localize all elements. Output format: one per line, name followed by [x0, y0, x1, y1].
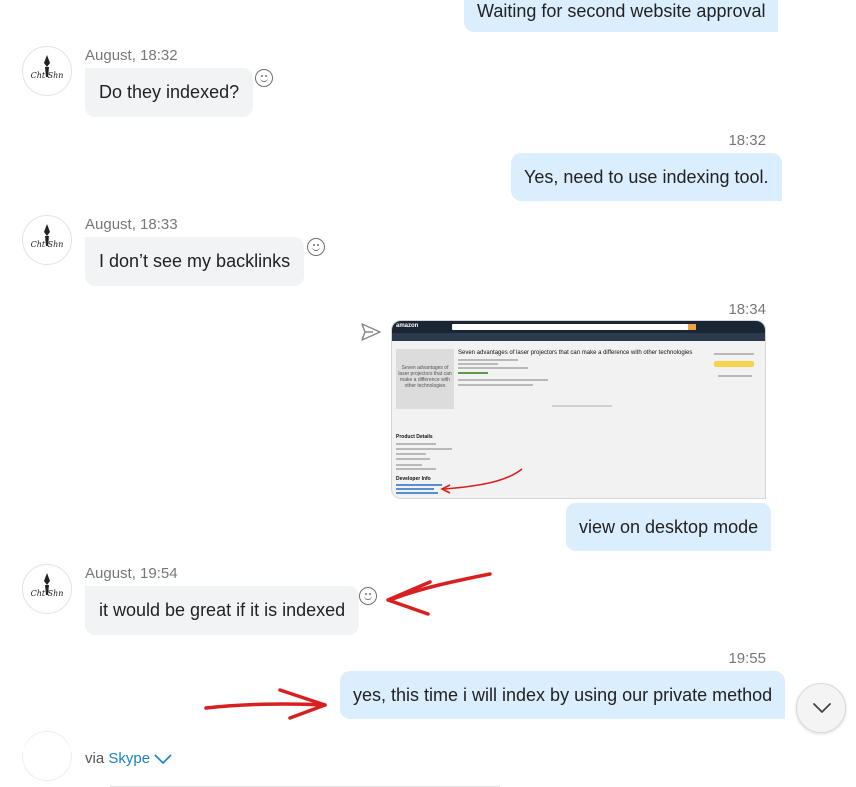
- message-bubble-incoming[interactable]: Do they indexed?: [85, 68, 254, 117]
- svg-text:Cht Shn: Cht Shn: [31, 240, 64, 249]
- avatar[interactable]: Cht Shn: [22, 564, 72, 614]
- message-bubble-outgoing[interactable]: view on desktop mode: [566, 503, 772, 551]
- message-meta: August, 18:32: [85, 47, 178, 64]
- avatar[interactable]: Cht Shn: [22, 46, 72, 96]
- smiley-icon[interactable]: [359, 587, 377, 605]
- send-icon[interactable]: [361, 323, 381, 341]
- smiley-icon[interactable]: [255, 69, 273, 87]
- message-bubble-outgoing[interactable]: Yes, need to use indexing tool.: [511, 153, 782, 201]
- message-bubble-outgoing[interactable]: Waiting for second website approval: [464, 0, 779, 32]
- avatar[interactable]: Cht Shn: [22, 215, 72, 265]
- skype-link[interactable]: Skype: [108, 750, 150, 767]
- message-bubble-incoming[interactable]: it would be great if it is indexed: [85, 586, 360, 635]
- shared-image[interactable]: amazon Seven advantages of laser project…: [391, 320, 766, 499]
- red-arrow-annotation: [386, 572, 492, 616]
- via-skype[interactable]: via Skype: [85, 750, 172, 767]
- message-bubble-incoming[interactable]: I don’t see my backlinks: [85, 237, 305, 286]
- svg-text:Cht Shn: Cht Shn: [31, 589, 64, 598]
- message-time: 18:34: [728, 301, 766, 318]
- message-time: 19:55: [728, 650, 766, 667]
- message-time: 18:32: [728, 132, 766, 149]
- via-prefix: via: [85, 750, 109, 767]
- scroll-to-bottom-button[interactable]: [796, 683, 846, 733]
- message-bubble-outgoing[interactable]: yes, this time i will index by using our…: [340, 671, 786, 719]
- smiley-icon[interactable]: [307, 238, 325, 256]
- chevron-down-icon[interactable]: [154, 754, 172, 765]
- message-meta: August, 18:33: [85, 216, 178, 233]
- image-red-arrow: [440, 468, 523, 494]
- red-arrow-annotation: [204, 688, 327, 720]
- svg-text:Cht Shn: Cht Shn: [31, 71, 64, 80]
- chevron-down-icon: [813, 703, 831, 713]
- message-meta: August, 19:54: [85, 565, 178, 582]
